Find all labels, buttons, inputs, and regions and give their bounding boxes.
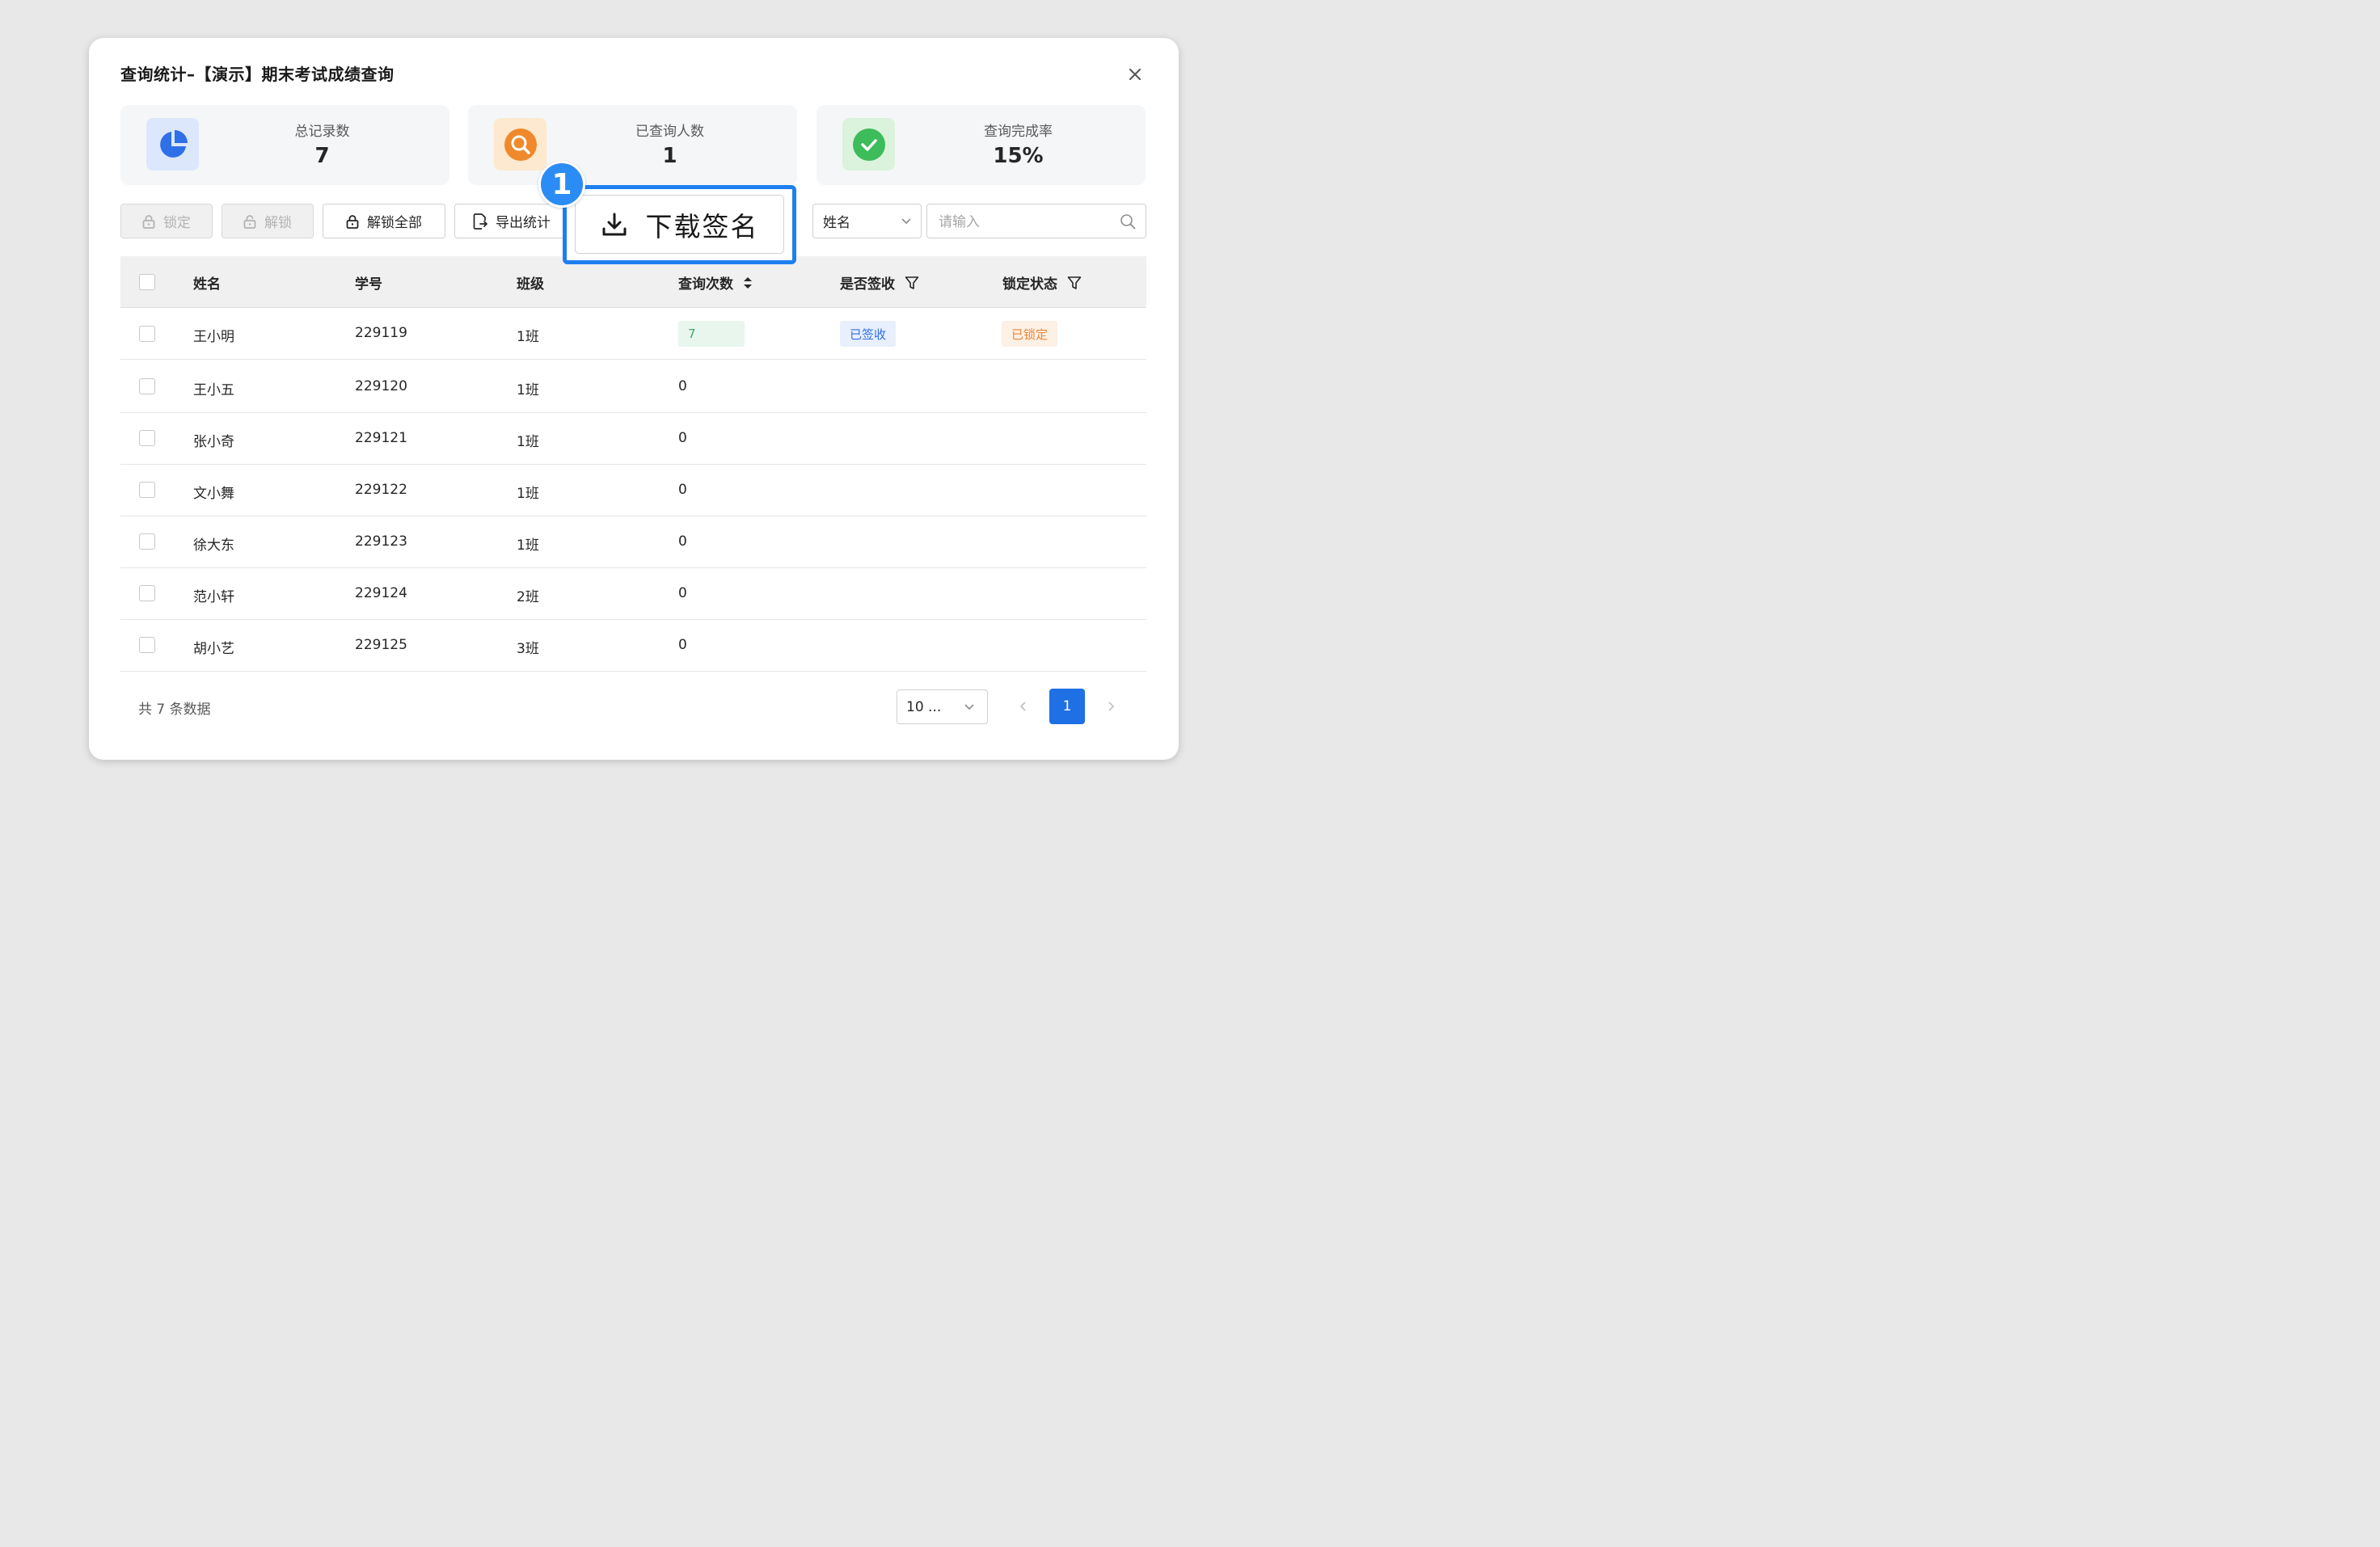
- cell-class: 2班: [517, 589, 539, 605]
- cell-student-id: 229124: [355, 585, 407, 601]
- select-all-checkbox[interactable]: [139, 274, 155, 290]
- chevron-down-icon: [964, 704, 974, 710]
- query-stats-dialog: 查询统计–【演示】期末考试成绩查询 总记录数 7 已查询人数 1 查询完成率 1…: [89, 38, 1179, 760]
- filter-icon[interactable]: [905, 276, 919, 290]
- cell-class: 1班: [517, 329, 539, 345]
- download-signature-button[interactable]: 下载签名: [575, 195, 784, 254]
- lock-icon: [142, 214, 155, 229]
- search-box: [926, 204, 1146, 238]
- cell-class: 1班: [517, 382, 539, 398]
- export-stats-label: 导出统计: [496, 215, 551, 231]
- cell-query-count: 0: [678, 533, 687, 550]
- cell-name: 徐大东: [193, 537, 234, 554]
- column-header-lock-status: 锁定状态: [1002, 272, 1082, 293]
- row-checkbox[interactable]: [139, 482, 155, 498]
- stat-label: 查询完成率: [984, 124, 1053, 140]
- cell-class: 1班: [517, 537, 539, 554]
- sort-icon[interactable]: [743, 276, 753, 290]
- download-icon: [602, 213, 626, 235]
- export-file-icon: [473, 213, 487, 230]
- close-icon[interactable]: [1125, 65, 1145, 84]
- table-row: 胡小艺 229125 3班 0: [120, 620, 1146, 672]
- filter-icon[interactable]: [1067, 276, 1082, 290]
- cell-query-count: 0: [678, 430, 687, 446]
- stat-card-queried: 已查询人数 1: [468, 105, 797, 185]
- table-row: 王小五 229120 1班 0: [120, 361, 1146, 413]
- lock-label: 锁定: [163, 215, 191, 231]
- search-field-value: 姓名: [823, 215, 850, 231]
- prev-page-icon[interactable]: [1014, 697, 1033, 716]
- export-stats-button[interactable]: 导出统计: [454, 204, 576, 238]
- cell-query-count: 0: [678, 378, 687, 394]
- column-header-signed: 是否签收: [840, 272, 919, 293]
- cell-student-id: 229123: [355, 533, 407, 550]
- table-row: 徐大东 229123 1班 0: [120, 516, 1146, 568]
- stat-card-completion: 查询完成率 15%: [817, 105, 1146, 185]
- cell-student-id: 229125: [355, 637, 407, 653]
- download-signature-label: 下载签名: [645, 210, 759, 242]
- table-row: 范小轩 229124 2班 0: [120, 568, 1146, 620]
- cell-name: 张小奇: [193, 434, 234, 450]
- cell-query-count: 0: [678, 637, 687, 653]
- cell-student-id: 229121: [355, 430, 407, 446]
- search-field-select[interactable]: 姓名: [812, 204, 922, 238]
- cell-class: 1班: [517, 434, 539, 450]
- cell-name: 王小明: [193, 329, 234, 345]
- cell-name: 王小五: [193, 382, 234, 398]
- stat-card-total: 总记录数 7: [120, 105, 449, 185]
- download-signature-highlight: 下载签名: [563, 185, 796, 264]
- dialog-title: 查询统计–【演示】期末考试成绩查询: [120, 65, 395, 84]
- page-1-button[interactable]: 1: [1049, 689, 1085, 724]
- column-header-query-count[interactable]: 查询次数: [678, 272, 753, 293]
- cell-query-count: 0: [678, 585, 687, 601]
- signed-tag: 已签收: [840, 321, 897, 347]
- row-checkbox[interactable]: [139, 533, 155, 550]
- column-header-student-id: 学号: [355, 276, 382, 293]
- chevron-down-icon: [901, 218, 911, 225]
- table-row: 张小奇 229121 1班 0: [120, 413, 1146, 465]
- next-page-icon[interactable]: [1101, 697, 1120, 716]
- row-checkbox[interactable]: [139, 585, 155, 601]
- table-row: 文小舞 229122 1班 0: [120, 465, 1146, 516]
- page-size-select[interactable]: 10 ...: [897, 689, 988, 724]
- row-checkbox[interactable]: [139, 378, 155, 394]
- callout-number-badge: 1: [538, 161, 585, 208]
- stat-label: 已查询人数: [635, 124, 704, 140]
- cell-name: 范小轩: [193, 589, 234, 605]
- column-header-name: 姓名: [193, 276, 221, 293]
- cell-query-count: 0: [678, 482, 687, 498]
- lock-button[interactable]: 锁定: [120, 204, 213, 238]
- total-count-text: 共 7 条数据: [138, 702, 211, 718]
- stat-value: 15%: [993, 144, 1044, 168]
- stat-label: 总记录数: [294, 124, 350, 140]
- unlock-button[interactable]: 解锁: [222, 204, 314, 238]
- cell-student-id: 229119: [355, 325, 407, 341]
- row-checkbox[interactable]: [139, 637, 155, 653]
- unlock-all-button[interactable]: 解锁全部: [323, 204, 445, 238]
- page-size-value: 10 ...: [906, 698, 942, 715]
- cell-student-id: 229120: [355, 378, 407, 394]
- column-header-class: 班级: [517, 276, 544, 293]
- cell-name: 胡小艺: [193, 641, 234, 657]
- cell-class: 3班: [517, 641, 539, 657]
- table-row: 王小明 229119 1班 7 已签收 已锁定: [120, 308, 1146, 360]
- row-checkbox[interactable]: [139, 430, 155, 446]
- stat-value: 7: [314, 144, 330, 168]
- cell-name: 文小舞: [193, 486, 234, 502]
- stat-value: 1: [662, 144, 677, 168]
- search-icon[interactable]: [1120, 213, 1136, 230]
- search-input[interactable]: [937, 213, 1118, 232]
- cell-student-id: 229122: [355, 482, 407, 498]
- cell-class: 1班: [517, 486, 539, 502]
- lock-icon: [346, 214, 359, 229]
- locked-tag: 已锁定: [1002, 321, 1058, 347]
- unlock-icon: [243, 214, 256, 229]
- row-checkbox[interactable]: [139, 326, 155, 342]
- unlock-label: 解锁: [264, 215, 292, 231]
- unlock-all-label: 解锁全部: [367, 215, 422, 231]
- query-count-tag: 7: [678, 321, 745, 347]
